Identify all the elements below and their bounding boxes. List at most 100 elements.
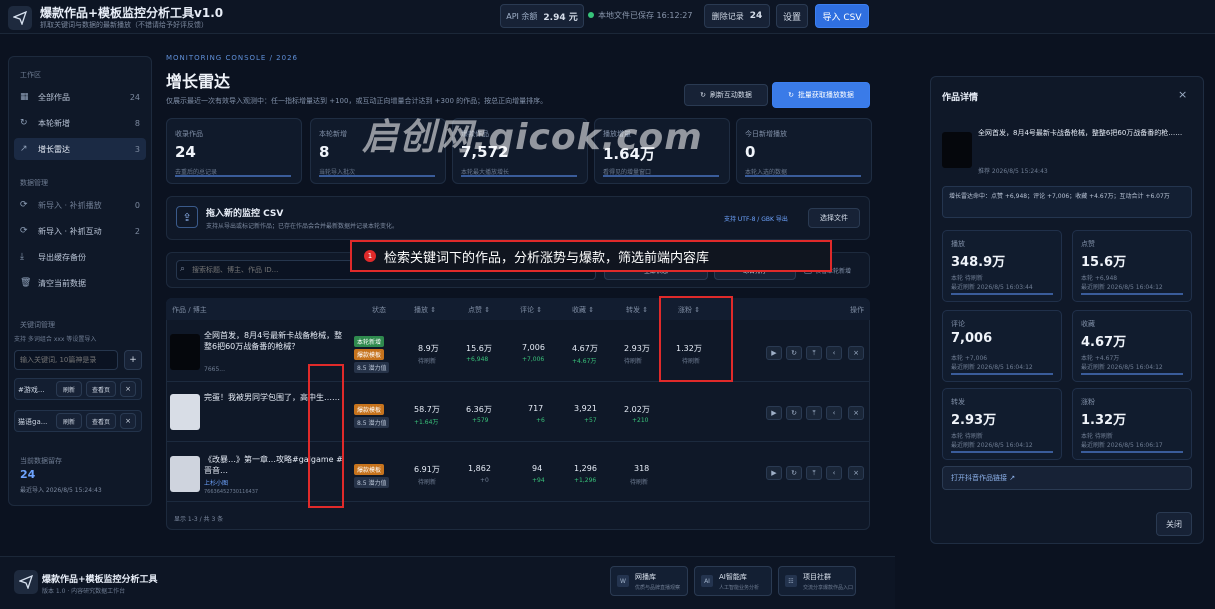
keyword-input[interactable] — [14, 350, 118, 370]
col-header[interactable]: 转发 ⇕ — [626, 305, 648, 315]
keyword-remove-button[interactable]: × — [120, 381, 136, 397]
detail-work-meta: 推荐 2026/8/5 15:24:43 — [978, 168, 1048, 175]
cell-favorite-delta: +1,296 — [574, 477, 597, 484]
metric-delta: 本轮 待刷新 — [951, 433, 983, 440]
footer-link-title: 项目社群 — [803, 573, 831, 581]
metric-delta: 本轮 待刷新 — [1081, 433, 1113, 440]
sync-icon: ⟳ — [20, 200, 28, 210]
deleted-records-button[interactable]: 删除记录 24 — [704, 4, 770, 28]
metric-value: 7,006 — [951, 331, 993, 346]
col-header[interactable]: 播放 ⇕ — [414, 305, 436, 315]
delete-icon[interactable]: × — [848, 466, 864, 480]
sidebar-section-work: 工作区 — [20, 71, 41, 79]
retained-data-count: 24 — [20, 468, 36, 481]
col-header: 作品 / 博主 — [172, 306, 207, 314]
annotation-number-icon: 1 — [364, 250, 376, 262]
col-header[interactable]: 收藏 ⇕ — [572, 305, 594, 315]
refresh-interaction-label: 刷新互动数据 — [709, 91, 752, 99]
metric-bar — [951, 293, 1053, 295]
pin-icon[interactable]: ⤒ — [806, 346, 822, 360]
footer-link-webcast[interactable]: W 网播库 优质与品牌直播观察 — [610, 566, 688, 596]
tag-score: 8.5 潜力值 — [354, 477, 390, 488]
close-icon[interactable]: × — [1178, 88, 1187, 101]
work-id: 7665... — [204, 366, 225, 373]
batch-fetch-button[interactable]: ↻ 批量获取播放数据 — [772, 82, 870, 108]
play-icon[interactable]: ▶ — [766, 406, 782, 420]
col-header: 状态 — [372, 306, 386, 314]
refresh-icon[interactable]: ↻ — [786, 466, 802, 480]
deleted-records-label: 删除记录 — [711, 11, 744, 21]
metric-bar — [951, 451, 1053, 453]
keyword-name: 猫语ga... — [18, 418, 48, 426]
page-description: 仅展示最近一次有效导入观测中：任一指标增量达到 +100，或互动正向增量合计达到… — [166, 97, 548, 105]
sidebar-item-new-this-round[interactable]: ↻ 本轮新增 8 — [14, 112, 146, 134]
add-keyword-button[interactable]: + — [124, 350, 142, 370]
footer-link-community[interactable]: ☷ 项目社群 交流分享爆款作品入口 — [778, 566, 856, 596]
keyword-view-button[interactable]: 查看页 — [86, 381, 116, 397]
kpi-bar — [175, 175, 291, 177]
cell-favorite: 4.67万 — [572, 344, 598, 353]
cell-play-delta: +1.64万 — [414, 419, 439, 426]
play-icon[interactable]: ▶ — [766, 346, 782, 360]
sidebar-item-import-interaction[interactable]: ⟳ 新导入 · 补抓互动 2 — [14, 220, 146, 242]
settings-button[interactable]: 设置 — [776, 4, 808, 28]
cell-share: 318 — [634, 464, 650, 473]
more-icon[interactable]: ‹ — [826, 466, 842, 480]
import-encoding: 支持 UTF-8 / GBK 导出 — [724, 216, 788, 223]
api-balance-label: API 余额 — [506, 11, 538, 21]
work-author[interactable]: 上杉小图 — [204, 478, 228, 487]
keyword-view-button[interactable]: 查看页 — [86, 413, 116, 429]
save-status-dot-icon — [588, 12, 594, 18]
metric-card: 评论 7,006 本轮 +7,006 最近刷新 2026/8/5 16:04:1… — [942, 310, 1062, 382]
refresh-icon[interactable]: ↻ — [786, 406, 802, 420]
sidebar-item-count: 24 — [129, 92, 140, 102]
more-icon[interactable]: ‹ — [826, 346, 842, 360]
footer-link-ai[interactable]: AI AI智能库 人工智能业务分析 — [694, 566, 772, 596]
delete-icon[interactable]: × — [848, 406, 864, 420]
app-title: 爆款作品+模板监控分析工具v1.0 — [40, 6, 224, 20]
close-detail-button[interactable]: 关闭 — [1156, 512, 1192, 536]
keyword-refresh-button[interactable]: 刷新 — [56, 413, 82, 429]
sidebar-item-count: 3 — [134, 144, 140, 154]
refresh-interaction-button[interactable]: ↻ 刷新互动数据 — [684, 84, 768, 106]
sidebar-item-label: 新导入 · 补抓播放 — [38, 200, 102, 210]
sidebar-item-export-backup[interactable]: ⤓ 导出缓存备份 — [14, 246, 146, 268]
cell-comment: 717 — [528, 404, 544, 413]
cell-play: 58.7万 — [414, 405, 440, 414]
upload-icon: ⇪ — [176, 206, 198, 228]
metric-label: 收藏 — [1081, 320, 1095, 328]
pin-icon[interactable]: ⤒ — [806, 406, 822, 420]
keyword-refresh-button[interactable]: 刷新 — [56, 381, 82, 397]
highlight-box — [659, 296, 733, 382]
sidebar-item-all-works[interactable]: ▦ 全部作品 24 — [14, 86, 146, 108]
open-douyin-link[interactable]: 打开抖音作品链接 ↗ — [942, 466, 1192, 490]
work-title[interactable]: 全网首发，8月4号最新卡战备枪械，整整6把60万战备番的枪械？ — [204, 330, 350, 354]
choose-file-button[interactable]: 选择文件 — [808, 208, 860, 228]
metric-delta: 本轮 +4.67万 — [1081, 355, 1120, 362]
pin-icon[interactable]: ⤒ — [806, 466, 822, 480]
more-icon[interactable]: ‹ — [826, 406, 842, 420]
metric-label: 涨粉 — [1081, 398, 1095, 406]
kpi-label: 今日新增播放 — [745, 130, 787, 138]
sidebar-item-clear-data[interactable]: 🗑 清空当前数据 — [14, 272, 146, 294]
play-icon[interactable]: ▶ — [766, 466, 782, 480]
metric-time: 最近刷新 2026/8/5 16:06:17 — [1081, 442, 1163, 449]
col-header[interactable]: 点赞 ⇕ — [468, 305, 490, 315]
cell-like-delta: +579 — [472, 417, 489, 424]
import-csv-button[interactable]: 导入 CSV — [815, 4, 869, 28]
col-header[interactable]: 评论 ⇕ — [520, 305, 542, 315]
annotation-text: 检索关键词下的作品，分析涨势与爆款，筛选前端内容库 — [384, 250, 710, 266]
cell-share: 2.02万 — [624, 405, 650, 414]
api-balance-badge: API 余额 2.94 元 — [500, 4, 584, 28]
refresh-icon[interactable]: ↻ — [786, 346, 802, 360]
sidebar-item-growth-radar[interactable]: ↗ 增长雷达 3 — [14, 138, 146, 160]
cell-comment: 7,006 — [522, 343, 545, 352]
radar-hit-note: 增长雷达命中：点赞 +6,948；评论 +7,006；收藏 +4.67万；互动合… — [942, 186, 1192, 218]
watermark: 启创网:qicok.com — [362, 117, 703, 158]
footer-link-sub: 交流分享爆款作品入口 — [803, 585, 854, 591]
metric-label: 转发 — [951, 398, 965, 406]
delete-icon[interactable]: × — [848, 346, 864, 360]
sidebar-item-import-play[interactable]: ⟳ 新导入 · 补抓播放 0 — [14, 194, 146, 216]
keyword-remove-button[interactable]: × — [120, 413, 136, 429]
metric-value: 1.32万 — [1081, 413, 1127, 428]
